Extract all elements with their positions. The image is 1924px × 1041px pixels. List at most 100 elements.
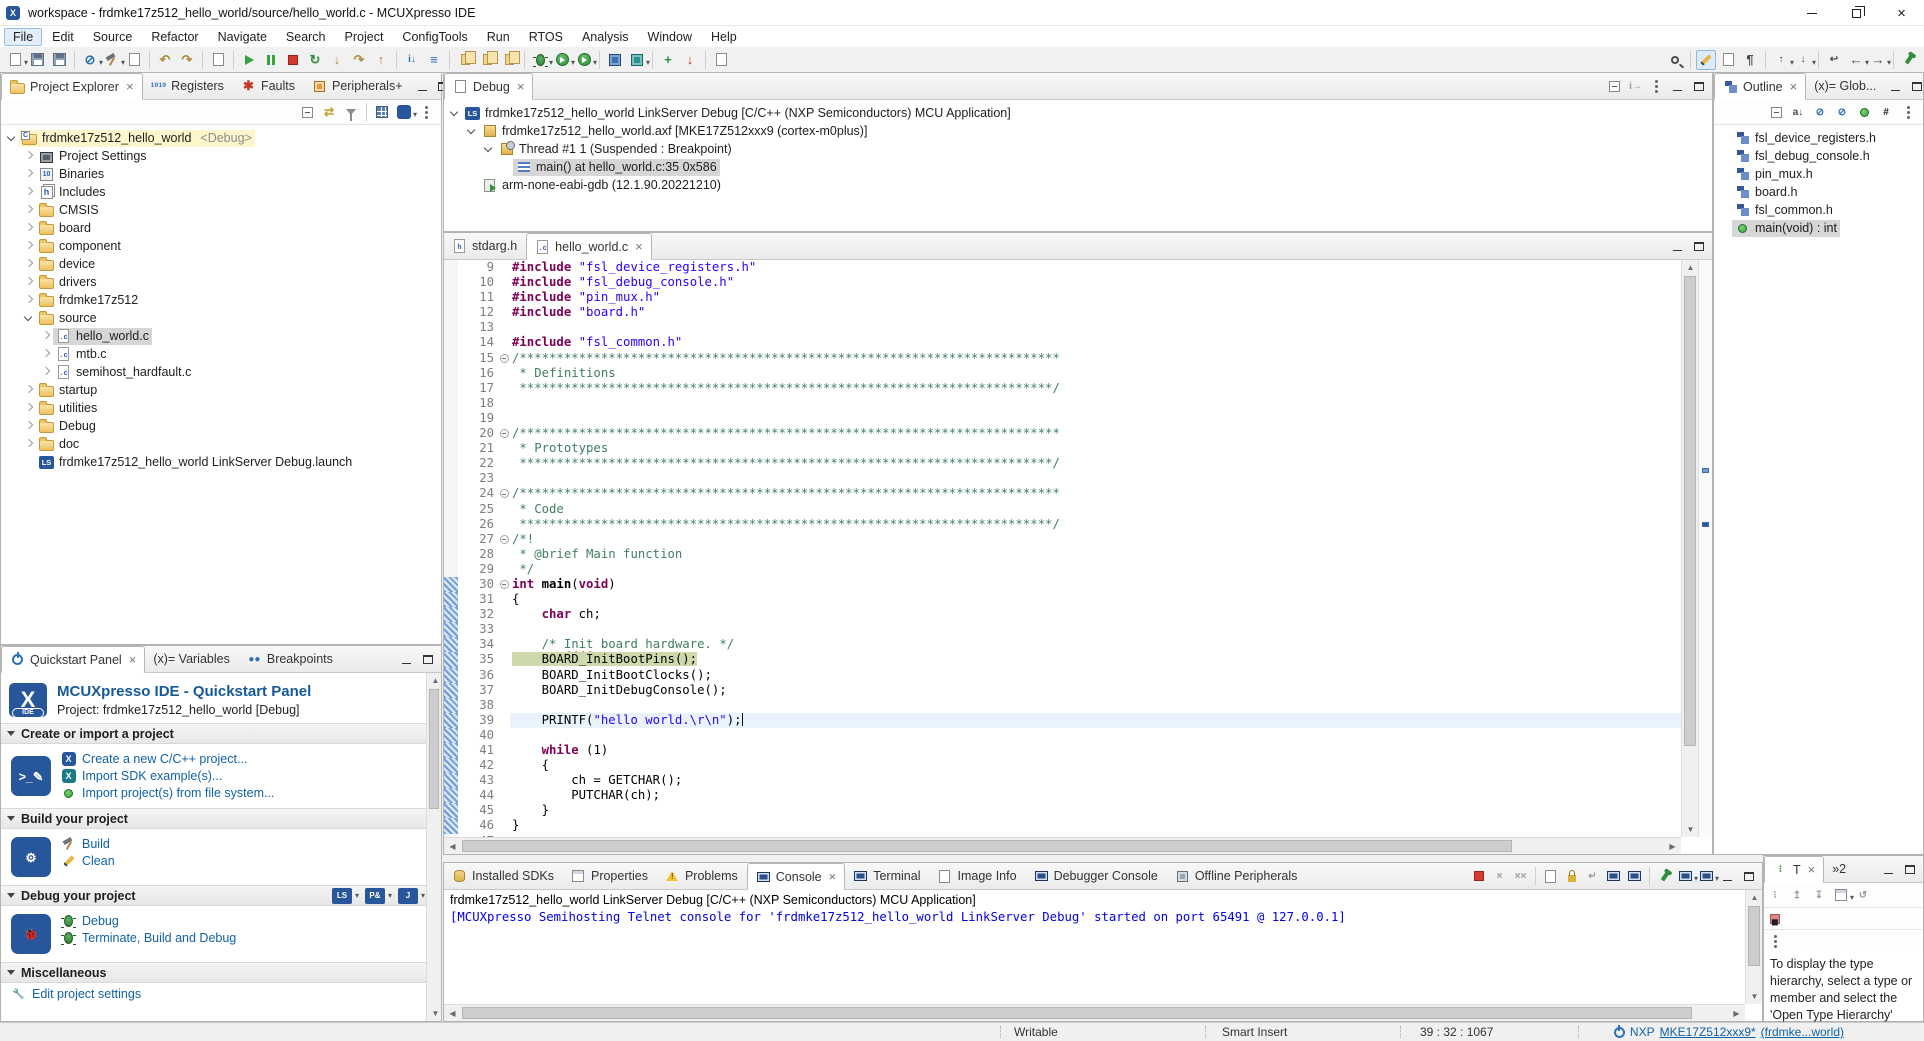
step-filters-button[interactable]: i→ [1626,77,1645,96]
filter-button[interactable] [341,102,361,122]
tab-image-info[interactable]: Image Info [929,863,1025,889]
show-stdout-button[interactable] [1604,867,1623,886]
code-line-43[interactable]: 43 ch = GETCHAR(); [444,773,1681,788]
tab-faults[interactable]: ✱Faults [233,73,304,99]
expander-expanded[interactable] [465,124,479,138]
tab-debugger-console[interactable]: Debugger Console [1026,863,1167,889]
quickstart-link-terminate-build-and-debug[interactable]: Terminate, Build and Debug [61,931,236,945]
project-tree-item[interactable]: device [1,255,441,273]
menu-source[interactable]: Source [84,28,142,46]
close-tab-icon[interactable]: × [126,79,134,94]
code-line-15[interactable]: 15/*************************************… [444,351,1681,366]
code-line-42[interactable]: 42 { [444,758,1681,773]
show-disassembly-button[interactable]: ≡ [424,50,444,70]
tab-x-variables[interactable]: (x)= Variables [145,646,239,672]
supertype-hierarchy-button[interactable]: ↥ [1787,885,1807,905]
maximize-button[interactable] [418,650,437,669]
project-tree-item[interactable]: CMSIS [1,201,441,219]
word-wrap-button[interactable]: ↵ [1583,867,1602,886]
code-line-45[interactable]: 45 } [444,803,1681,818]
import-sdk-examples-button[interactable]: ↓ [680,50,700,70]
menu-rtos[interactable]: RTOS [520,28,572,46]
section-create-import[interactable]: Create or import a project [1,723,441,744]
expander-collapsed[interactable] [22,293,36,307]
code-line-44[interactable]: 44 PUTCHAR(ch); [444,788,1681,803]
tab-terminal[interactable]: Terminal [845,863,929,889]
code-line-25[interactable]: 25 * Code [444,502,1681,517]
outline-item[interactable]: pin_mux.h [1714,165,1923,183]
tab-offline-peripherals[interactable]: Offline Peripherals [1167,863,1307,889]
expander-collapsed[interactable] [22,257,36,271]
code-line-19[interactable]: 19 [444,411,1681,426]
mark-occurrences-button[interactable] [1696,50,1716,70]
code-line-36[interactable]: 36 BOARD_InitBootClocks(); [444,668,1681,683]
close-tab-icon[interactable]: × [1790,79,1798,94]
project-tree-item[interactable]: 10Binaries [1,165,441,183]
expander-expanded[interactable] [5,131,19,145]
tab-breakpoints[interactable]: ●●Breakpoints [239,646,342,672]
expander-collapsed[interactable] [22,203,36,217]
project-tree-item[interactable]: utilities [1,399,441,417]
code-line-31[interactable]: 31{ [444,592,1681,607]
build-button[interactable]: ▾ [102,50,122,70]
code-line-33[interactable]: 33 [444,622,1681,637]
code-line-13[interactable]: 13 [444,320,1681,335]
project-tree-item[interactable]: source [1,309,441,327]
step-return-button[interactable]: ↑ [371,50,391,70]
restart-button[interactable]: ↻ [305,50,325,70]
close-tab-icon[interactable]: × [635,239,643,254]
menu-edit[interactable]: Edit [43,28,83,46]
section-build[interactable]: Build your project [1,808,441,829]
hide-non-public-button[interactable] [1854,102,1874,122]
clear-console-button[interactable] [1541,867,1560,886]
last-edit-location-button[interactable]: ↩ [1824,50,1844,70]
pin-editor-button[interactable] [1899,50,1919,70]
code-line-37[interactable]: 37 BOARD_InitDebugConsole(); [444,683,1681,698]
code-line-39[interactable]: 39 PRINTF("hello world.\r\n"); [444,713,1681,728]
save-all-button[interactable] [49,50,69,70]
code-line-28[interactable]: 28 * @brief Main function [444,547,1681,562]
code-line-32[interactable]: 32 char ch; [444,607,1681,622]
close-tab-icon[interactable]: × [129,652,137,667]
outline-item[interactable]: main(void) : int [1714,219,1923,237]
quickstart-scrollbar[interactable]: ▲ ▼ [426,673,441,1021]
tab-t[interactable]: ⁝T× [1764,856,1824,883]
code-line-26[interactable]: 26 *************************************… [444,517,1681,532]
collapse-all-button[interactable] [297,102,317,122]
open-resource-button[interactable] [711,50,731,70]
scroll-lock-button[interactable] [1562,867,1581,886]
console-horizontal-scrollbar[interactable]: ◀ ▶ [444,1004,1745,1021]
quickstart-link-clean[interactable]: Clean [61,854,115,868]
debug-tree-item[interactable]: arm-none-eabi-gdb (12.1.90.20221210) [444,176,1712,194]
probe-button-j[interactable]: J▾ [398,888,425,904]
expander-expanded[interactable] [448,106,462,120]
code-line-9[interactable]: 9#include "fsl_device_registers.h" [444,260,1681,275]
maximize-button[interactable] [1900,860,1919,879]
store-stack-button[interactable] [477,50,497,70]
tab-x-glob[interactable]: (x)= Glob... [1806,73,1885,99]
collapse-all-button[interactable] [1766,102,1786,122]
tab-console[interactable]: Console× [747,863,845,890]
code-line-22[interactable]: 22 *************************************… [444,456,1681,471]
pin-console-button[interactable] [1655,867,1674,886]
maximize-button[interactable] [1689,77,1708,96]
code-line-10[interactable]: 10#include "fsl_debug_console.h" [444,275,1681,290]
expander-collapsed[interactable] [22,167,36,181]
fold-marker[interactable] [498,486,510,501]
resume-button[interactable] [239,50,259,70]
probe-button-ls[interactable]: LS▾ [332,888,359,904]
close-tab-icon[interactable]: × [1808,862,1816,877]
expander-collapsed[interactable] [22,275,36,289]
code-line-14[interactable]: 14#include "fsl_common.h" [444,335,1681,350]
menu-window[interactable]: Window [639,28,701,46]
code-line-30[interactable]: 30int main(void) [444,577,1681,592]
minimize-button[interactable] [1879,860,1898,879]
trace-button[interactable]: ▾ [627,50,647,70]
minimize-button[interactable] [1886,77,1905,96]
expander-collapsed[interactable] [22,149,36,163]
terminate-red-button[interactable] [1469,867,1488,886]
project-tree-item[interactable]: hIncludes [1,183,441,201]
maximize-button[interactable] [1907,77,1924,96]
working-set-dd-button[interactable]: ▾ [394,102,414,122]
view-menu-button[interactable] [416,102,436,122]
